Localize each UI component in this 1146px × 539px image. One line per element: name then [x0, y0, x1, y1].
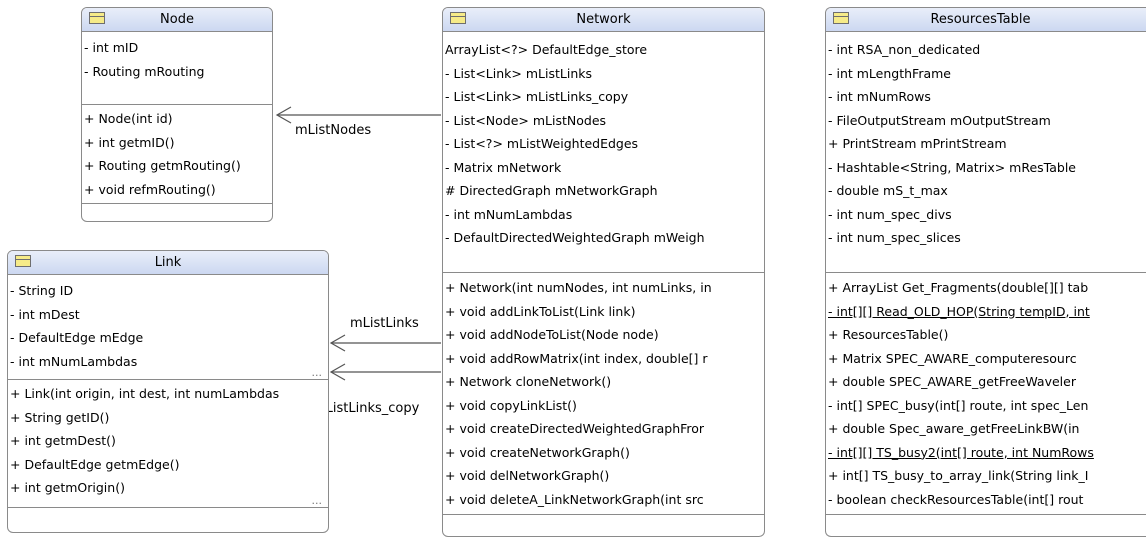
operation: + Network cloneNetwork(): [445, 374, 612, 389]
attribute: - double mS_t_max: [828, 183, 948, 198]
association-label-mlistnodes: mListNodes: [295, 123, 372, 138]
operation: + Link(int origin, int dest, int numLamb…: [10, 386, 280, 401]
attribute: - List<Node> mListNodes: [445, 112, 607, 128]
operation: + Matrix SPEC_AWARE_computeresourc: [828, 350, 1077, 366]
class-resourcestable-name: ResourcesTable: [930, 12, 1031, 27]
attribute: - Routing mRouting: [84, 63, 205, 79]
attribute: - int mID: [84, 40, 139, 55]
attribute: - DefaultDirectedWeightedGraph mWeigh: [445, 230, 705, 245]
operation: + int getmID(): [84, 134, 175, 150]
class-resourcestable-header: ResourcesTable: [826, 8, 1146, 32]
operation: + void addLinkToList(Link link): [445, 303, 636, 319]
operation: + void copyLinkList(): [445, 397, 577, 413]
attribute: - int mDest: [10, 306, 80, 322]
operation: + void createDirectedWeightedGraphFror: [445, 421, 705, 436]
attributes-overflow-ellipsis: ...: [311, 366, 323, 379]
class-link[interactable]: Link - String ID - int mDest - DefaultEd…: [7, 250, 329, 533]
class-node-operations: + Node(int id) + int getmID() + Routing …: [82, 105, 272, 204]
attribute: - Matrix mNetwork: [445, 159, 562, 175]
attribute: - List<Link> mListLinks: [445, 65, 592, 81]
class-network-operations: + Network(int numNodes, int numLinks, in…: [443, 273, 764, 515]
class-node-header: Node: [82, 8, 272, 32]
attribute: - DefaultEdge mEdge: [10, 330, 144, 345]
operation: + ResourcesTable(): [828, 327, 949, 342]
attribute: # DirectedGraph mNetworkGraph: [445, 183, 658, 198]
class-resourcestable-attributes: - int RSA_non_dedicated - int mLengthFra…: [826, 32, 1146, 273]
operation: + Routing getmRouting(): [84, 158, 241, 173]
class-node[interactable]: Node - int mID - Routing mRouting + Node…: [81, 7, 273, 222]
operation: - int[] SPEC_busy(int[] route, int spec_…: [828, 397, 1089, 413]
operation: + void addNodeToList(Node node): [445, 327, 659, 342]
attribute: + PrintStream mPrintStream: [828, 136, 1007, 151]
class-node-name: Node: [160, 12, 194, 27]
attribute: - String ID: [10, 283, 74, 298]
association-label-mlistlinks: mListLinks: [350, 316, 419, 331]
operation: + int[] TS_busy_to_array_link(String lin…: [828, 468, 1089, 483]
operation: + int getmDest(): [10, 433, 116, 448]
attribute: - List<Link> mListLinks_copy: [445, 89, 629, 104]
class-resourcestable-operations: + ArrayList Get_Fragments(double[][] tab…: [826, 273, 1146, 515]
attribute: - int num_spec_slices: [828, 230, 961, 245]
attribute: - int mNumRows: [828, 89, 931, 104]
operations-overflow-ellipsis: ...: [311, 494, 323, 507]
operation: + String getID(): [10, 409, 110, 425]
attribute: - int num_spec_divs: [828, 206, 952, 222]
class-node-attributes: - int mID - Routing mRouting: [82, 32, 272, 105]
class-network-attributes: ArrayList<?> DefaultEdge_store - List<Li…: [443, 32, 764, 273]
operation: + int getmOrigin(): [10, 480, 125, 495]
operation: + Node(int id): [84, 111, 173, 126]
class-link-header: Link: [8, 251, 328, 275]
operation-static: - int[][] TS_busy2(int[] route, int NumR…: [828, 444, 1094, 460]
class-link-operations: + Link(int origin, int dest, int numLamb…: [8, 380, 328, 508]
class-network[interactable]: Network ArrayList<?> DefaultEdge_store -…: [442, 7, 765, 537]
class-link-name: Link: [154, 255, 182, 270]
attribute: ArrayList<?> DefaultEdge_store: [445, 42, 648, 57]
operation: + void addRowMatrix(int index, double[] …: [445, 350, 708, 366]
attribute: - int RSA_non_dedicated: [828, 42, 981, 57]
operation: + void createNetworkGraph(): [445, 444, 630, 460]
operation: - boolean checkResourcesTable(int[] rout: [828, 491, 1084, 507]
attribute: - FileOutputStream mOutputStream: [828, 112, 1051, 128]
attribute: - Hashtable<String, Matrix> mResTable: [828, 159, 1076, 175]
operation: + Network(int numNodes, int numLinks, in: [445, 280, 712, 295]
operation: + DefaultEdge getmEdge(): [10, 456, 180, 472]
operation: + double SPEC_AWARE_getFreeWaveler: [828, 374, 1076, 389]
operation: + void deleteA_LinkNetworkGraph(int src: [445, 491, 704, 507]
class-resourcestable[interactable]: ResourcesTable - int RSA_non_dedicated -…: [825, 7, 1146, 537]
operation: + double Spec_aware_getFreeLinkBW(in: [828, 421, 1080, 436]
class-network-header: Network: [443, 8, 764, 32]
class-network-name: Network: [576, 12, 631, 27]
operation-static: - int[][] Read_OLD_HOP(String tempID, in…: [828, 303, 1090, 319]
attribute: - List<?> mListWeightedEdges: [445, 136, 639, 151]
class-link-attributes: - String ID - int mDest - DefaultEdge mE…: [8, 275, 328, 380]
attribute: - int mNumLambdas: [445, 206, 573, 222]
operation: + ArrayList Get_Fragments(double[][] tab: [828, 280, 1089, 295]
operation: + void refmRouting(): [84, 181, 216, 197]
attribute: - int mLengthFrame: [828, 65, 951, 81]
attribute: - int mNumLambdas: [10, 353, 138, 369]
operation: + void delNetworkGraph(): [445, 468, 610, 483]
